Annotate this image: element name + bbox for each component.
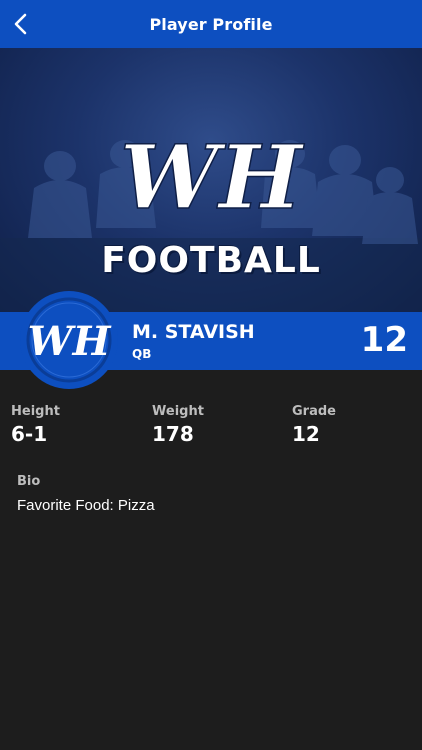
stat-label: Weight — [152, 404, 204, 419]
stat-label: Height — [11, 404, 60, 419]
stat-value: 12 — [292, 422, 320, 446]
player-number: 12 — [360, 320, 408, 360]
bio-text: Favorite Food: Pizza — [17, 497, 155, 514]
stat-label: Grade — [292, 404, 336, 419]
hero-team-logo: WH — [120, 125, 305, 229]
page-title: Player Profile — [149, 14, 273, 34]
stat-grade: Grade 12 — [292, 404, 336, 446]
stat-weight: Weight 178 — [152, 404, 204, 446]
player-name: M. STAVISH — [132, 321, 255, 343]
team-hero-banner: WH FOOTBALL — [0, 48, 422, 312]
back-button[interactable] — [4, 6, 40, 42]
stat-value: 6-1 — [11, 422, 48, 446]
navigation-bar: Player Profile — [0, 0, 422, 48]
player-position: QB — [132, 347, 152, 361]
stat-value: 178 — [152, 422, 194, 446]
avatar: WH — [20, 291, 118, 389]
stat-height: Height 6-1 — [11, 404, 60, 446]
chevron-left-icon — [14, 13, 27, 35]
bio-label: Bio — [17, 474, 41, 489]
avatar-team-logo: WH — [28, 318, 112, 365]
hero-sport-title: FOOTBALL — [101, 240, 321, 281]
